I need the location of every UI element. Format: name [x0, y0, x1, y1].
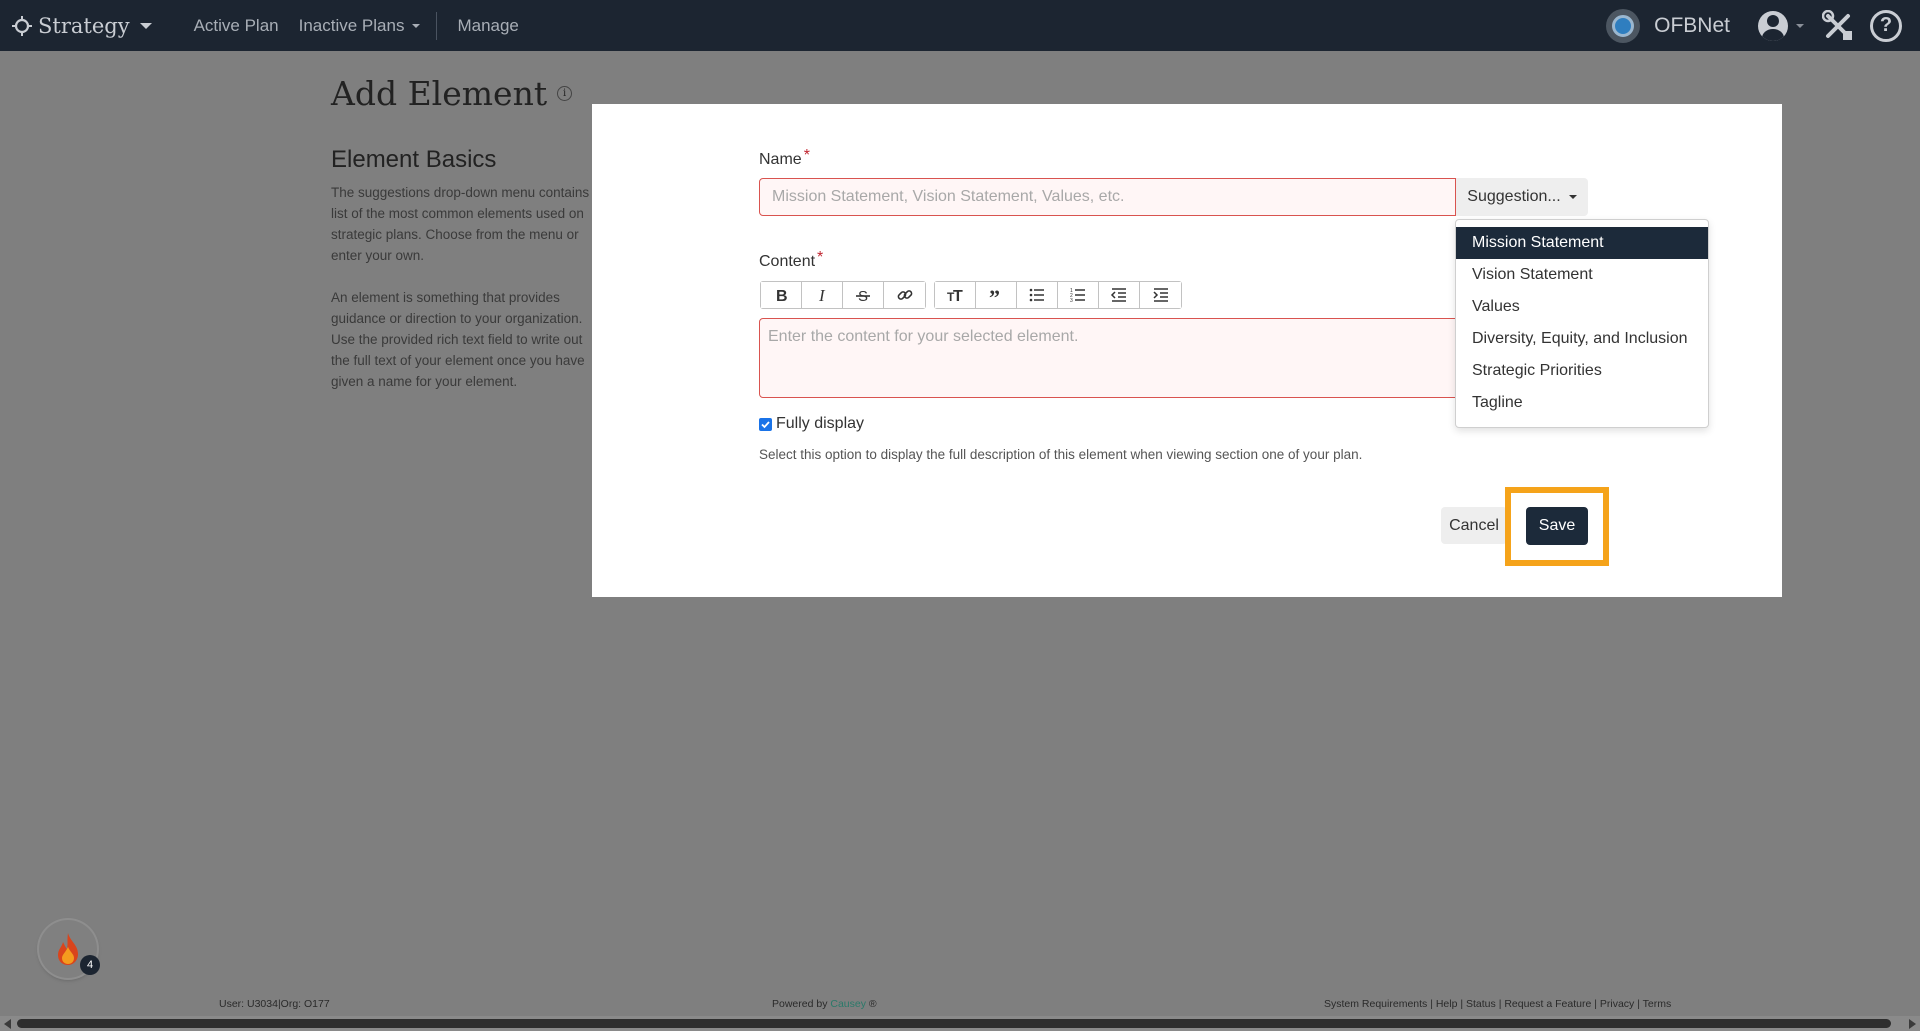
suggestion-item[interactable]: Diversity, Equity, and Inclusion	[1456, 323, 1708, 355]
required-mark: *	[817, 249, 824, 266]
org-name[interactable]: OFBNet	[1654, 14, 1730, 38]
suggestion-dropdown-button[interactable]: Suggestion...	[1456, 178, 1588, 216]
cancel-button[interactable]: Cancel	[1441, 507, 1507, 544]
name-label-text: Name	[759, 151, 802, 168]
flame-icon	[58, 933, 78, 965]
org-logo[interactable]	[1606, 8, 1641, 43]
required-mark: *	[803, 147, 810, 164]
brand-menu[interactable]: Strategy	[12, 14, 152, 38]
text-line: given a name for your element.	[331, 374, 518, 389]
bullet-list-icon[interactable]	[1017, 282, 1058, 308]
chevron-down-icon	[412, 23, 421, 28]
italic-icon[interactable]: I	[802, 282, 843, 308]
help-icon[interactable]: ?	[1870, 9, 1902, 42]
notification-count-badge: 4	[80, 955, 100, 975]
scroll-left-icon[interactable]	[4, 1019, 11, 1029]
suggestion-label: Suggestion...	[1467, 188, 1561, 205]
strikethrough-icon[interactable]: S	[843, 282, 884, 308]
causey-link[interactable]: Causey	[830, 998, 866, 1010]
content-label: Content *	[759, 249, 823, 271]
link-icon[interactable]	[884, 282, 925, 308]
text-line: Use the provided rich text field to writ…	[331, 332, 583, 347]
scroll-right-icon[interactable]	[1909, 1019, 1916, 1029]
fully-display-label[interactable]: Fully display	[776, 415, 864, 433]
registered-mark: ®	[868, 998, 877, 1010]
powered-by-text: Powered by	[772, 998, 828, 1010]
indent-icon[interactable]	[1140, 282, 1181, 308]
save-button[interactable]: Save	[1526, 507, 1588, 545]
format-group: B I S	[760, 281, 926, 309]
content-label-text: Content	[759, 253, 816, 270]
nav-inactive-plans-label: Inactive Plans	[298, 15, 405, 35]
bold-icon[interactable]: B	[761, 282, 802, 308]
nav-active-plan[interactable]: Active Plan	[194, 16, 279, 36]
nav-inactive-plans[interactable]: Inactive Plans	[299, 16, 421, 36]
suggestion-item[interactable]: Strategic Priorities	[1456, 355, 1708, 387]
page-title-text: Add Element	[331, 74, 548, 113]
nav-divider	[436, 11, 438, 40]
nav-manage-label: Manage	[457, 15, 519, 35]
brand-label: Strategy	[38, 13, 130, 38]
section-heading: Element Basics	[331, 146, 497, 173]
svg-text:3: 3	[1070, 298, 1073, 304]
fully-display-checkbox[interactable]	[759, 418, 772, 431]
rich-text-toolbar: B I S TT ” 123	[760, 281, 1190, 309]
text-line: enter your own.	[331, 248, 425, 263]
svg-text:T: T	[953, 288, 963, 304]
user-org-info: User: U3034|Org: O177	[219, 998, 330, 1010]
nav-manage[interactable]: Manage	[457, 16, 518, 36]
heading-icon[interactable]: TT	[935, 282, 976, 308]
text-line: strategic plans. Choose from the menu or	[331, 227, 579, 242]
text-line: list of the most common elements used on	[331, 206, 584, 221]
suggestion-item[interactable]: Values	[1456, 291, 1708, 323]
suggestion-item[interactable]: Vision Statement	[1456, 259, 1708, 291]
info-icon[interactable]: i	[557, 86, 573, 101]
chevron-down-icon	[139, 22, 152, 29]
name-input[interactable]: Mission Statement, Vision Statement, Val…	[759, 178, 1456, 216]
checkmark-icon	[761, 421, 770, 429]
text-line: The suggestions drop-down menu contains …	[331, 185, 601, 200]
text-line: An element is something that provides	[331, 290, 560, 305]
fully-display-help-text: Select this option to display the full d…	[759, 447, 1363, 462]
text-line: guidance or direction to your organizati…	[331, 311, 583, 326]
content-editor[interactable]: Enter the content for your selected elem…	[759, 318, 1456, 398]
outdent-icon[interactable]	[1099, 282, 1140, 308]
suggestion-item[interactable]: Mission Statement	[1456, 227, 1708, 259]
name-label: Name *	[759, 147, 810, 169]
quote-icon[interactable]: ”	[976, 282, 1017, 308]
numbered-list-icon[interactable]: 123	[1058, 282, 1099, 308]
org-logo-mark	[1612, 14, 1635, 37]
chevron-down-icon[interactable]	[1796, 23, 1804, 28]
powered-by: Powered by Causey ®	[772, 998, 877, 1010]
svg-text:B: B	[776, 288, 788, 304]
description-paragraph: The suggestions drop-down menu contains …	[331, 182, 631, 266]
page-title: Add Element i	[331, 74, 573, 113]
avatar[interactable]	[1758, 10, 1788, 41]
tools-icon[interactable]	[1822, 9, 1854, 42]
footer: User: U3034|Org: O177 Powered by Causey …	[0, 993, 1920, 1013]
horizontal-scrollbar[interactable]	[0, 1016, 1920, 1031]
crosshair-icon	[12, 15, 32, 36]
footer-links[interactable]: System Requirements | Help | Status | Re…	[1324, 998, 1671, 1010]
svg-text:”: ”	[989, 286, 1000, 304]
suggestion-menu: Mission Statement Vision Statement Value…	[1455, 219, 1709, 428]
nav-right-group: OFBNet ?	[1606, 0, 1902, 51]
scrollbar-thumb[interactable]	[17, 1019, 1891, 1028]
block-group: TT ” 123	[934, 281, 1182, 309]
suggestion-item[interactable]: Tagline	[1456, 387, 1708, 419]
top-navbar: Strategy Active Plan Inactive Plans Mana…	[0, 0, 1920, 51]
nav-active-plan-label: Active Plan	[193, 15, 279, 35]
svg-text:I: I	[818, 286, 826, 304]
description-paragraph: An element is something that provides gu…	[331, 287, 631, 392]
chevron-down-icon	[1568, 195, 1577, 199]
text-line: the full text of your element once you h…	[331, 353, 585, 368]
